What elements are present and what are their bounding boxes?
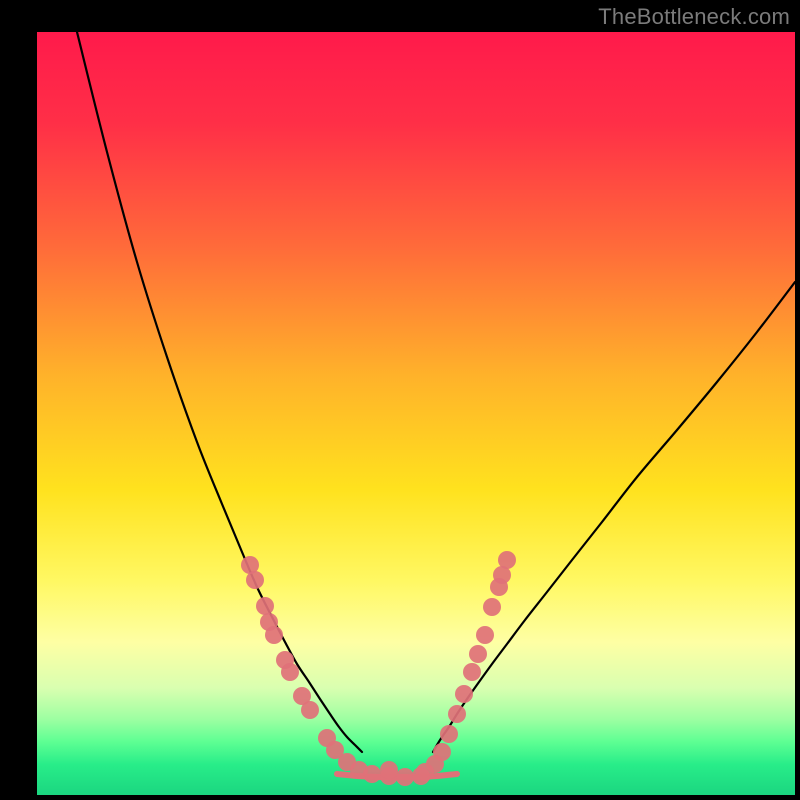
point-left-cluster bbox=[301, 701, 319, 719]
point-left-cluster bbox=[265, 626, 283, 644]
point-bottom-cluster bbox=[363, 765, 381, 783]
watermark-text: TheBottleneck.com bbox=[598, 4, 790, 30]
point-bottom-cluster bbox=[412, 767, 430, 785]
point-right-cluster bbox=[463, 663, 481, 681]
chart-plot-area bbox=[37, 32, 795, 795]
point-right-cluster bbox=[476, 626, 494, 644]
chart-frame: TheBottleneck.com bbox=[0, 0, 800, 800]
point-right-cluster bbox=[440, 725, 458, 743]
point-right-cluster bbox=[469, 645, 487, 663]
point-left-cluster bbox=[246, 571, 264, 589]
point-right-cluster bbox=[490, 578, 508, 596]
point-left-cluster bbox=[256, 597, 274, 615]
point-right-cluster bbox=[483, 598, 501, 616]
point-right-cluster bbox=[455, 685, 473, 703]
point-bottom-cluster bbox=[396, 768, 414, 786]
chart-svg bbox=[37, 32, 795, 795]
point-bottom-cluster bbox=[380, 761, 398, 779]
point-right-cluster bbox=[448, 705, 466, 723]
chart-background bbox=[37, 32, 795, 795]
point-left-cluster bbox=[281, 663, 299, 681]
